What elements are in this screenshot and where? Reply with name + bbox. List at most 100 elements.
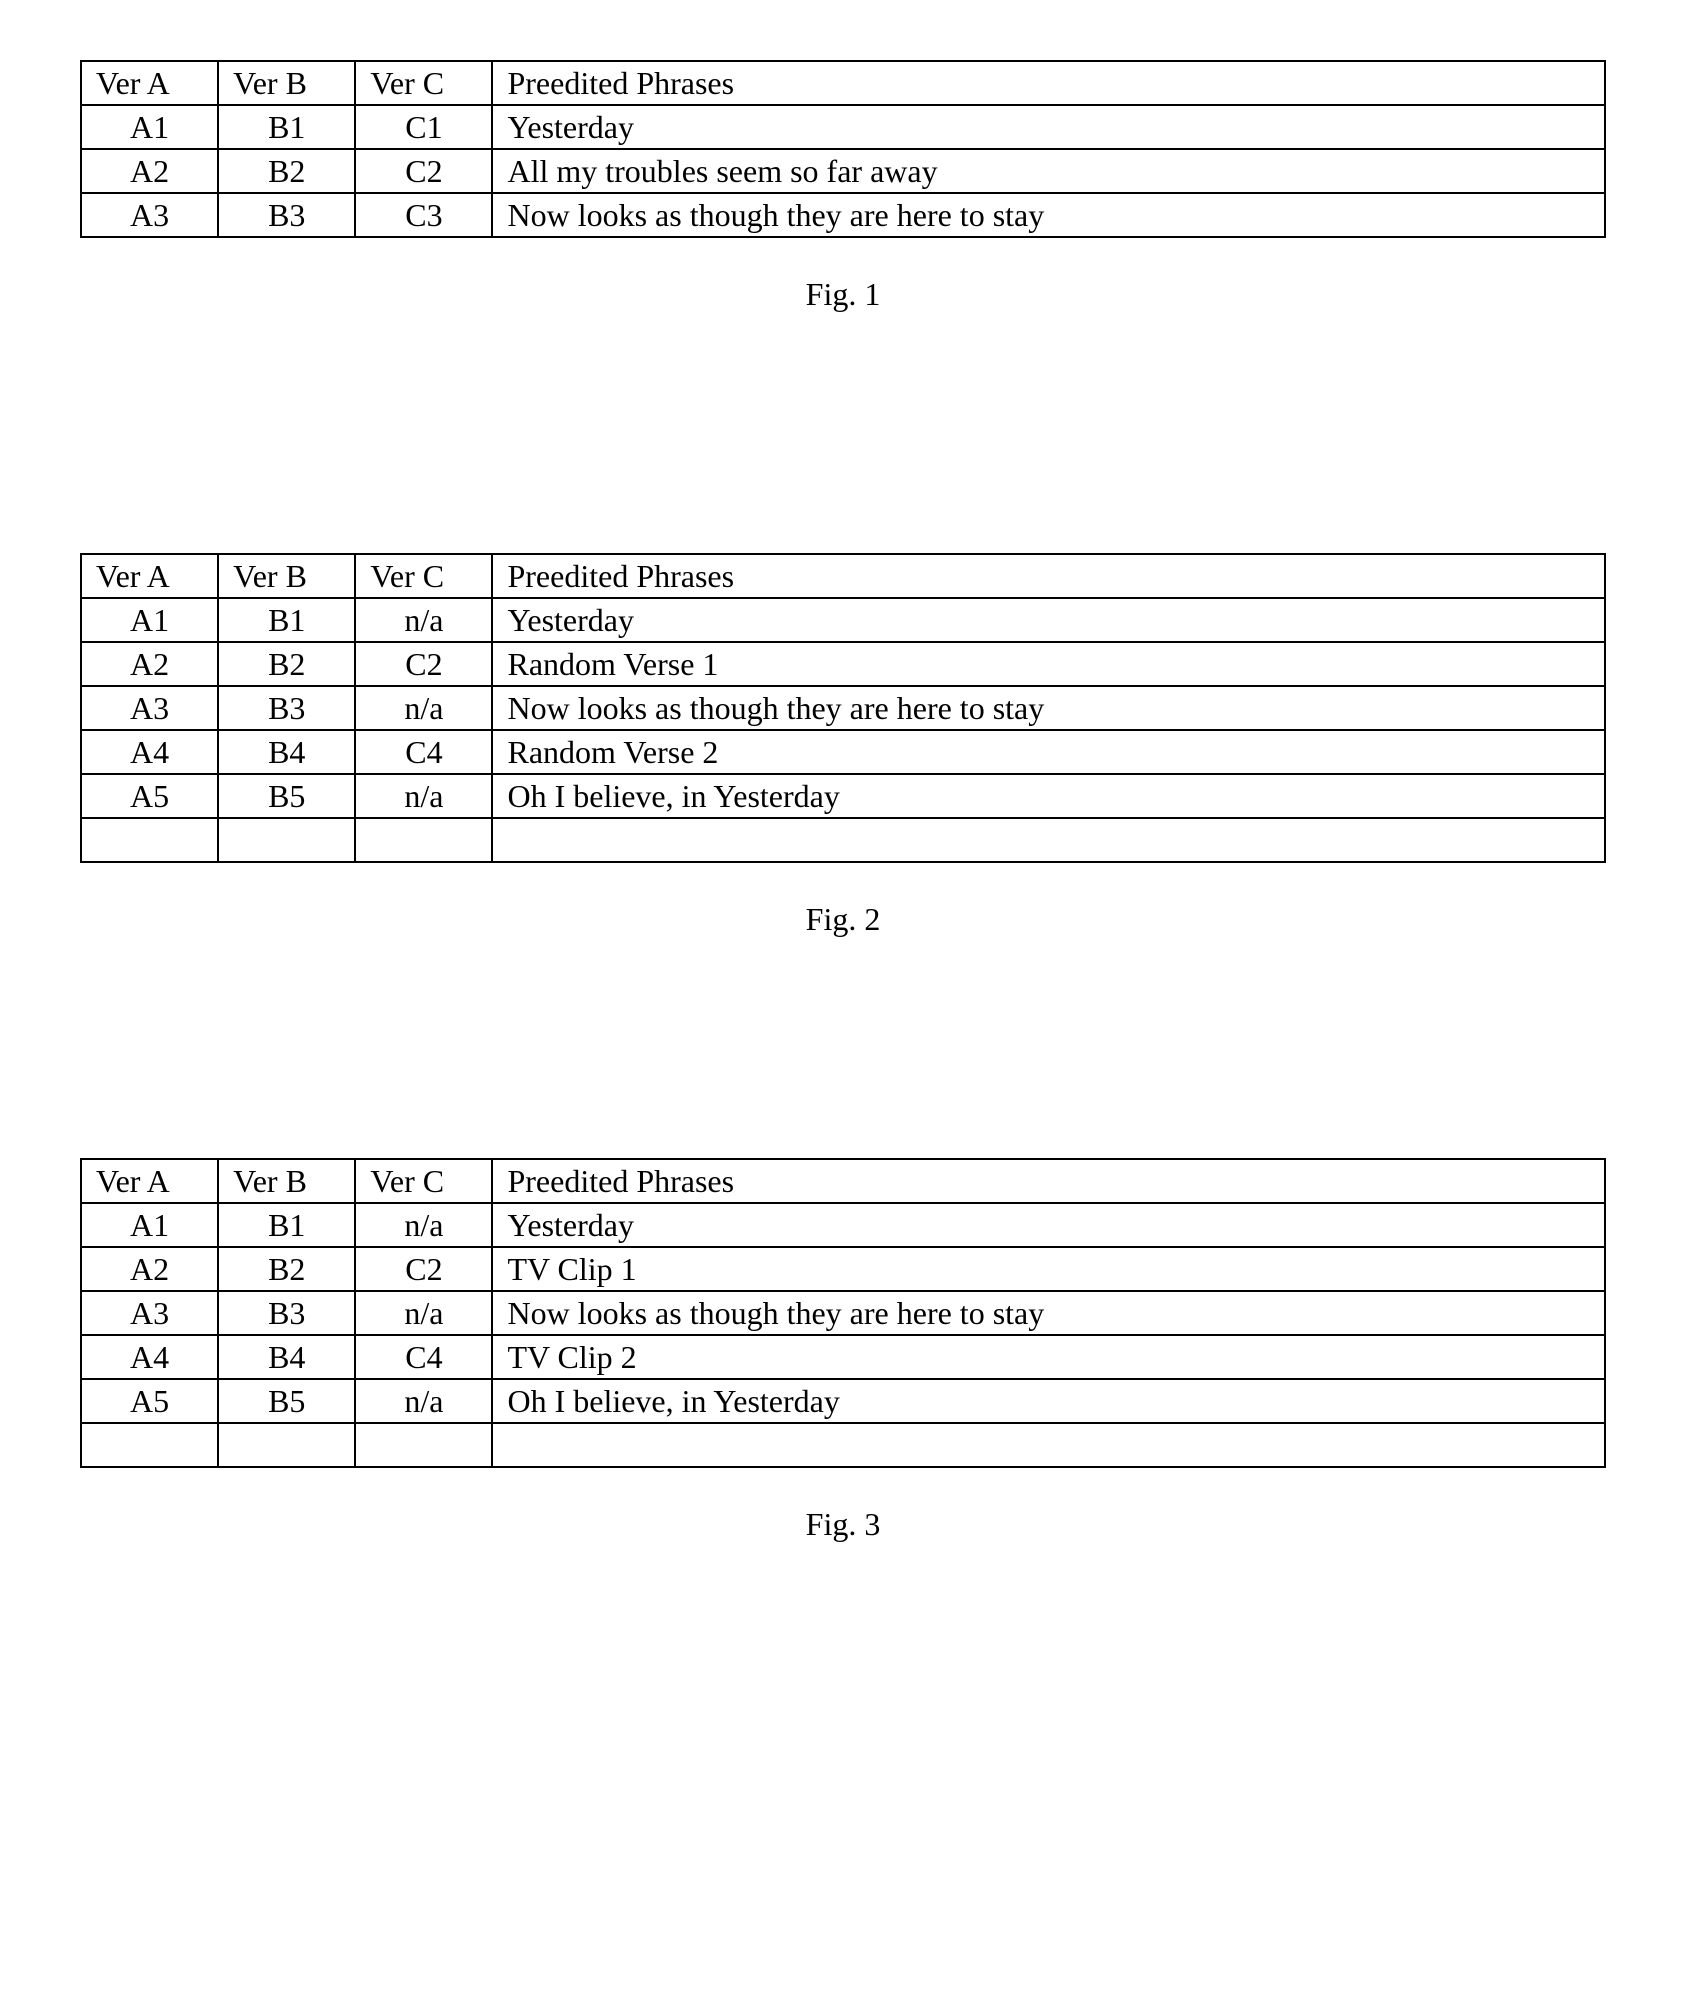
figure-2-caption: Fig. 2: [80, 901, 1606, 938]
cell-ver-b: B3: [218, 1291, 355, 1335]
table-row: A3 B3 n/a Now looks as though they are h…: [81, 686, 1605, 730]
cell-ver-a: A3: [81, 193, 218, 237]
header-ver-a: Ver A: [81, 61, 218, 105]
cell-ver-b: B5: [218, 1379, 355, 1423]
cell-phrase: Yesterday: [492, 105, 1605, 149]
cell-ver-c: C2: [355, 1247, 492, 1291]
cell-ver-a: A5: [81, 774, 218, 818]
cell-ver-a: A4: [81, 730, 218, 774]
header-preedited: Preedited Phrases: [492, 554, 1605, 598]
header-ver-c: Ver C: [355, 61, 492, 105]
table-row: A1 B1 n/a Yesterday: [81, 1203, 1605, 1247]
cell-ver-b: B5: [218, 774, 355, 818]
figure-1-block: Ver A Ver B Ver C Preedited Phrases A1 B…: [80, 60, 1606, 313]
cell-empty: [81, 1423, 218, 1467]
header-preedited: Preedited Phrases: [492, 1159, 1605, 1203]
cell-empty: [355, 1423, 492, 1467]
table-row: A2 B2 C2 All my troubles seem so far awa…: [81, 149, 1605, 193]
cell-ver-c: n/a: [355, 686, 492, 730]
table-row: A4 B4 C4 Random Verse 2: [81, 730, 1605, 774]
cell-phrase: Now looks as though they are here to sta…: [492, 193, 1605, 237]
figure-1-table: Ver A Ver B Ver C Preedited Phrases A1 B…: [80, 60, 1606, 238]
cell-ver-b: B4: [218, 1335, 355, 1379]
header-ver-c: Ver C: [355, 1159, 492, 1203]
cell-phrase: All my troubles seem so far away: [492, 149, 1605, 193]
cell-ver-c: C3: [355, 193, 492, 237]
figure-2-table: Ver A Ver B Ver C Preedited Phrases A1 B…: [80, 553, 1606, 863]
table-header-row: Ver A Ver B Ver C Preedited Phrases: [81, 61, 1605, 105]
table-row: A4 B4 C4 TV Clip 2: [81, 1335, 1605, 1379]
table-row: A3 B3 C3 Now looks as though they are he…: [81, 193, 1605, 237]
cell-ver-b: B1: [218, 105, 355, 149]
cell-empty: [492, 1423, 1605, 1467]
table-row: A5 B5 n/a Oh I believe, in Yesterday: [81, 1379, 1605, 1423]
cell-phrase: Oh I believe, in Yesterday: [492, 1379, 1605, 1423]
figure-1-caption: Fig. 1: [80, 276, 1606, 313]
cell-ver-c: C1: [355, 105, 492, 149]
cell-phrase: Random Verse 1: [492, 642, 1605, 686]
cell-ver-c: C2: [355, 149, 492, 193]
cell-ver-c: n/a: [355, 1203, 492, 1247]
cell-ver-a: A4: [81, 1335, 218, 1379]
cell-empty: [355, 818, 492, 862]
cell-phrase: TV Clip 1: [492, 1247, 1605, 1291]
table-row: A1 B1 C1 Yesterday: [81, 105, 1605, 149]
header-ver-a: Ver A: [81, 554, 218, 598]
cell-phrase: Yesterday: [492, 598, 1605, 642]
cell-phrase: Random Verse 2: [492, 730, 1605, 774]
cell-empty: [218, 818, 355, 862]
header-ver-c: Ver C: [355, 554, 492, 598]
spacer: [80, 353, 1606, 553]
cell-phrase: TV Clip 2: [492, 1335, 1605, 1379]
cell-ver-a: A3: [81, 1291, 218, 1335]
header-ver-b: Ver B: [218, 554, 355, 598]
cell-empty: [218, 1423, 355, 1467]
cell-phrase: Yesterday: [492, 1203, 1605, 1247]
figure-2-block: Ver A Ver B Ver C Preedited Phrases A1 B…: [80, 553, 1606, 938]
header-ver-b: Ver B: [218, 1159, 355, 1203]
cell-ver-c: n/a: [355, 1379, 492, 1423]
figure-3-table: Ver A Ver B Ver C Preedited Phrases A1 B…: [80, 1158, 1606, 1468]
cell-empty: [81, 818, 218, 862]
cell-ver-a: A2: [81, 149, 218, 193]
cell-ver-a: A5: [81, 1379, 218, 1423]
table-row: A5 B5 n/a Oh I believe, in Yesterday: [81, 774, 1605, 818]
header-preedited: Preedited Phrases: [492, 61, 1605, 105]
cell-ver-c: C2: [355, 642, 492, 686]
table-row: A2 B2 C2 Random Verse 1: [81, 642, 1605, 686]
cell-ver-b: B1: [218, 598, 355, 642]
cell-ver-a: A2: [81, 1247, 218, 1291]
cell-ver-b: B1: [218, 1203, 355, 1247]
cell-phrase: Now looks as though they are here to sta…: [492, 686, 1605, 730]
cell-ver-b: B3: [218, 193, 355, 237]
table-header-row: Ver A Ver B Ver C Preedited Phrases: [81, 1159, 1605, 1203]
cell-ver-a: A1: [81, 105, 218, 149]
table-row: A1 B1 n/a Yesterday: [81, 598, 1605, 642]
table-row: A2 B2 C2 TV Clip 1: [81, 1247, 1605, 1291]
table-empty-row: [81, 818, 1605, 862]
cell-phrase: Now looks as though they are here to sta…: [492, 1291, 1605, 1335]
table-row: A3 B3 n/a Now looks as though they are h…: [81, 1291, 1605, 1335]
table-empty-row: [81, 1423, 1605, 1467]
cell-ver-b: B2: [218, 149, 355, 193]
cell-ver-b: B4: [218, 730, 355, 774]
cell-ver-a: A3: [81, 686, 218, 730]
spacer: [80, 978, 1606, 1158]
cell-ver-c: n/a: [355, 1291, 492, 1335]
cell-empty: [492, 818, 1605, 862]
cell-ver-b: B3: [218, 686, 355, 730]
cell-phrase: Oh I believe, in Yesterday: [492, 774, 1605, 818]
cell-ver-c: C4: [355, 1335, 492, 1379]
header-ver-a: Ver A: [81, 1159, 218, 1203]
cell-ver-b: B2: [218, 1247, 355, 1291]
figure-3-caption: Fig. 3: [80, 1506, 1606, 1543]
header-ver-b: Ver B: [218, 61, 355, 105]
cell-ver-c: n/a: [355, 774, 492, 818]
cell-ver-c: n/a: [355, 598, 492, 642]
cell-ver-a: A1: [81, 598, 218, 642]
cell-ver-b: B2: [218, 642, 355, 686]
cell-ver-a: A1: [81, 1203, 218, 1247]
figure-3-block: Ver A Ver B Ver C Preedited Phrases A1 B…: [80, 1158, 1606, 1543]
cell-ver-c: C4: [355, 730, 492, 774]
cell-ver-a: A2: [81, 642, 218, 686]
